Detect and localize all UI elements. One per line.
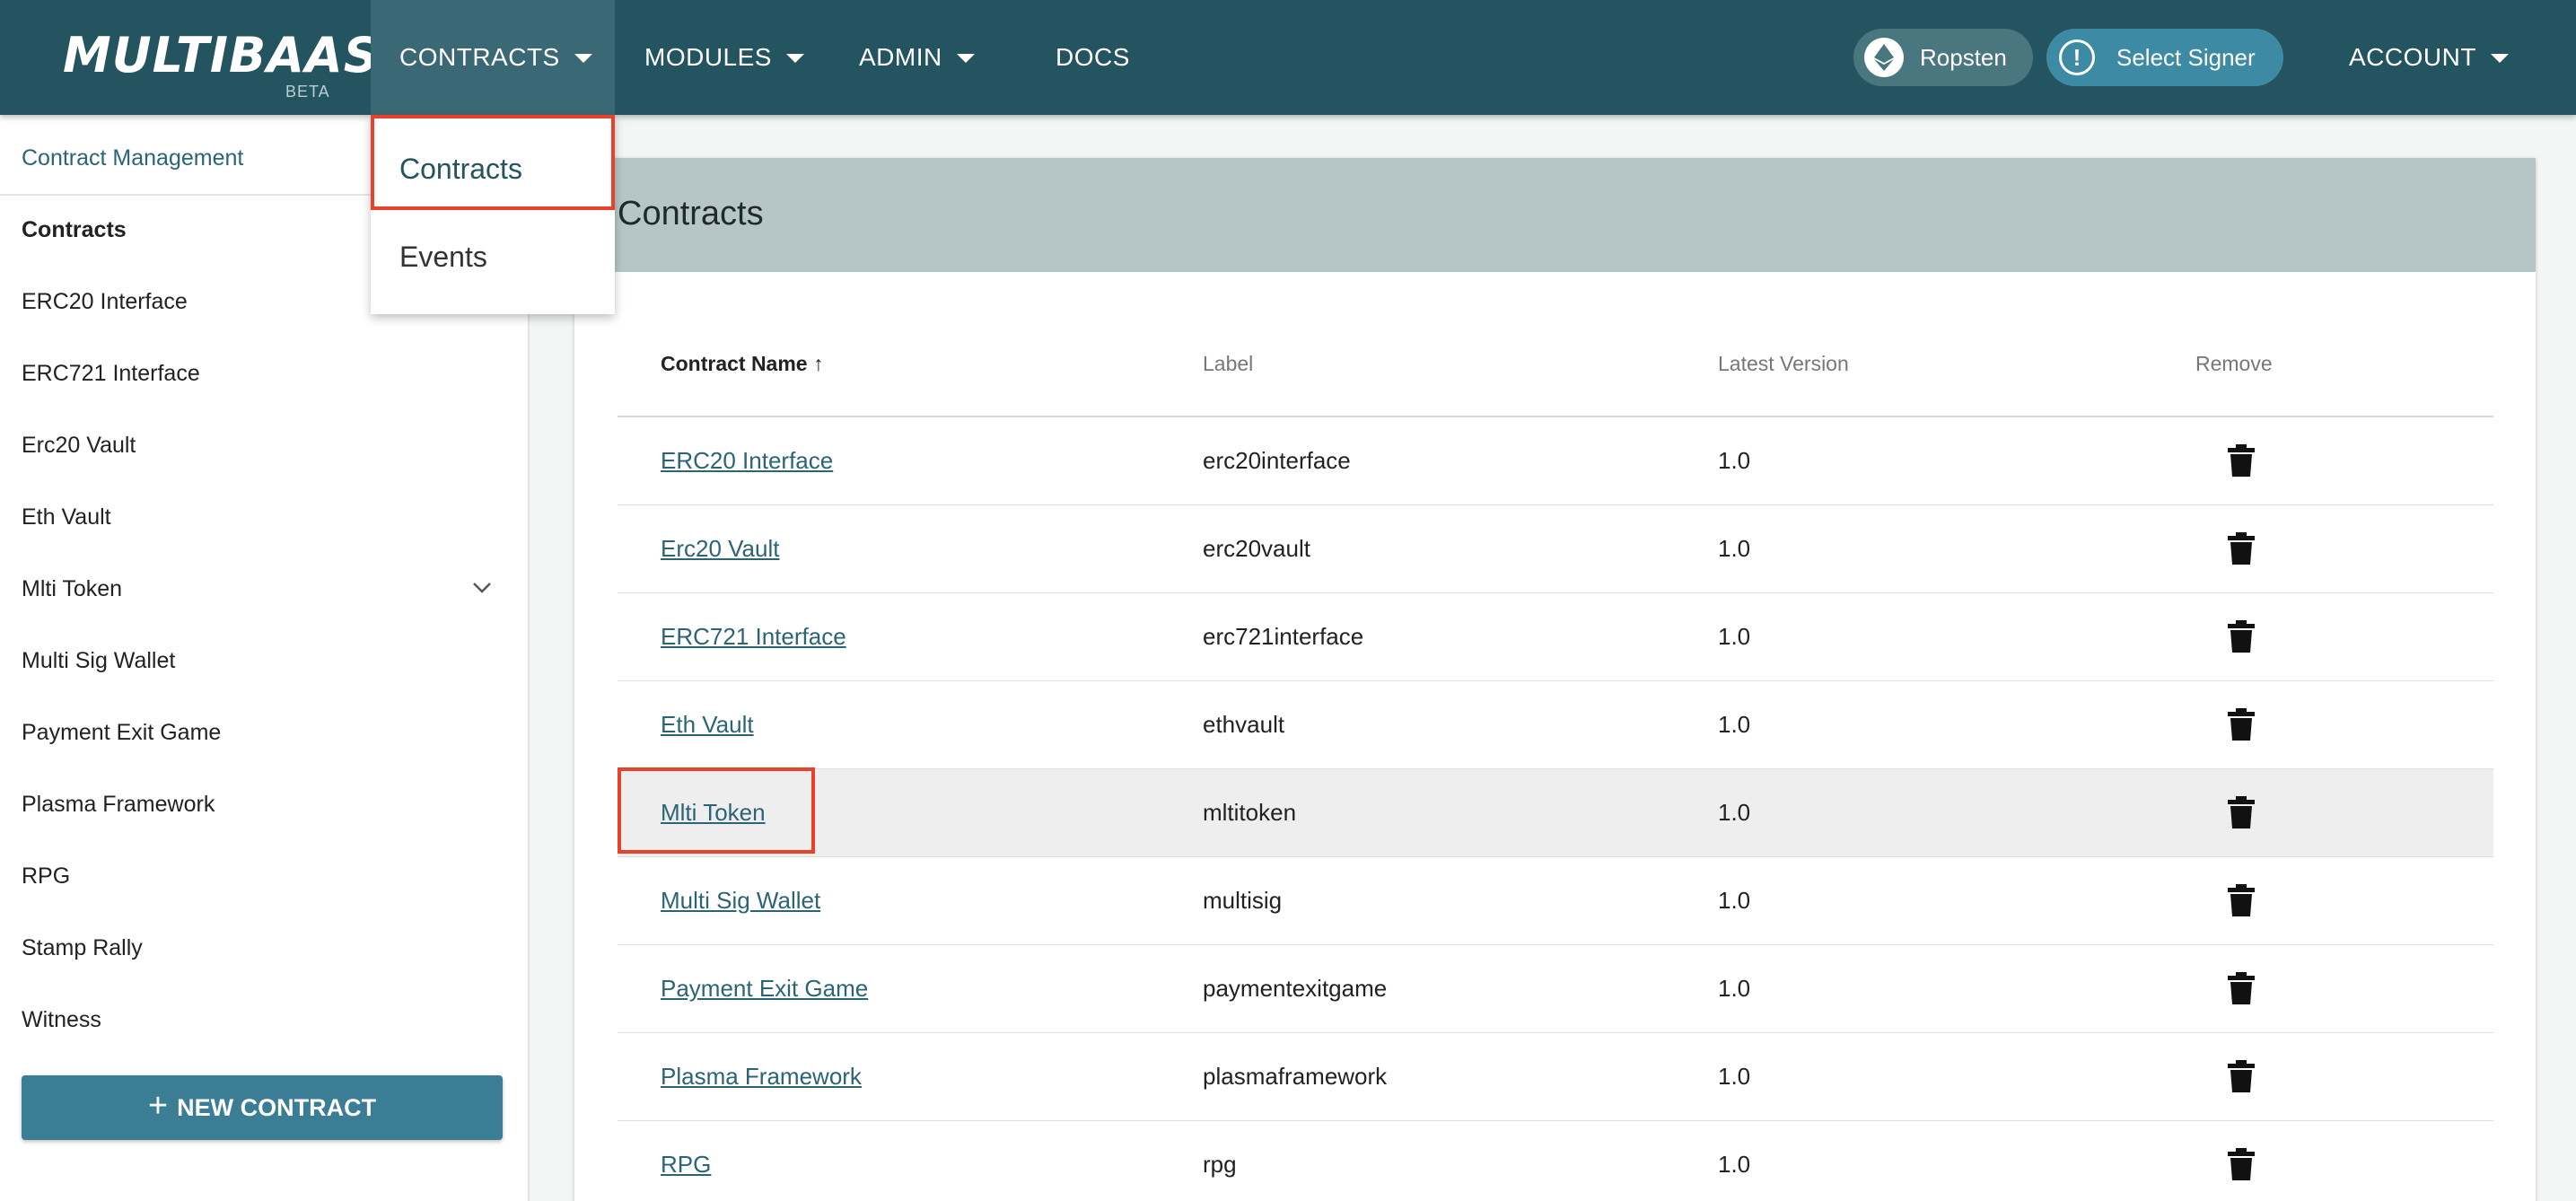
contract-label: plasmaframework bbox=[1203, 1063, 1388, 1090]
contract-version: 1.0 bbox=[1718, 799, 1751, 826]
contract-version: 1.0 bbox=[1718, 447, 1751, 474]
nav-docs[interactable]: DOCS bbox=[1056, 0, 1130, 115]
contract-label: paymentexitgame bbox=[1203, 975, 1388, 1002]
sidebar-item-multi-sig-wallet[interactable]: Multi Sig Wallet bbox=[22, 648, 175, 674]
new-contract-button[interactable]: + NEW CONTRACT bbox=[22, 1075, 503, 1140]
contract-label: erc721interface bbox=[1203, 623, 1364, 650]
contract-label: erc20vault bbox=[1203, 535, 1310, 562]
sidebar-item-plasma-framework[interactable]: Plasma Framework bbox=[22, 792, 215, 818]
network-name: Ropsten bbox=[1920, 43, 2007, 71]
contract-label: rpg bbox=[1203, 1151, 1237, 1178]
trash-icon[interactable] bbox=[2228, 884, 2255, 916]
nav-contracts-label: CONTRACTS bbox=[399, 43, 560, 71]
nav-contracts[interactable]: CONTRACTS bbox=[371, 0, 615, 115]
contract-version: 1.0 bbox=[1718, 887, 1751, 914]
contract-version: 1.0 bbox=[1718, 535, 1751, 562]
contracts-card: Contracts Contract Name ↑ Label Latest V… bbox=[574, 158, 2536, 1201]
contract-version: 1.0 bbox=[1718, 1151, 1751, 1178]
trash-icon[interactable] bbox=[2228, 972, 2255, 1004]
top-nav-bar: MULTIBAAS BETA CONTRACTS MODULES ADMIN D… bbox=[0, 0, 2576, 115]
table-row: Eth Vault ethvault 1.0 bbox=[618, 681, 2493, 769]
signer-label: Select Signer bbox=[2116, 43, 2256, 71]
sidebar-item-eth-vault[interactable]: Eth Vault bbox=[22, 504, 111, 530]
page-title: Contracts bbox=[618, 195, 764, 232]
chevron-down-icon[interactable] bbox=[472, 577, 492, 597]
contract-name-link[interactable]: RPG bbox=[661, 1151, 711, 1179]
contract-label: multisig bbox=[1203, 887, 1283, 914]
nav-account[interactable]: ACCOUNT bbox=[2349, 0, 2509, 115]
dropdown-item-contracts[interactable]: Contracts bbox=[399, 153, 522, 186]
caret-down-icon bbox=[785, 54, 804, 63]
contract-version: 1.0 bbox=[1718, 1063, 1751, 1090]
contract-name-link[interactable]: ERC721 Interface bbox=[661, 623, 846, 651]
sidebar-item-witness[interactable]: Witness bbox=[22, 1007, 101, 1033]
sidebar-heading[interactable]: Contract Management bbox=[22, 145, 243, 171]
trash-icon[interactable] bbox=[2228, 444, 2255, 477]
trash-icon[interactable] bbox=[2228, 1148, 2255, 1180]
caret-down-icon bbox=[956, 54, 975, 63]
contract-label: erc20interface bbox=[1203, 447, 1351, 474]
contract-label: mltitoken bbox=[1203, 799, 1297, 826]
sidebar-item-stamp-rally[interactable]: Stamp Rally bbox=[22, 935, 143, 961]
contract-name-link[interactable]: Payment Exit Game bbox=[661, 975, 868, 1003]
ethereum-icon bbox=[1864, 38, 1904, 77]
trash-icon[interactable] bbox=[2228, 532, 2255, 565]
sidebar-item-payment-exit-game[interactable]: Payment Exit Game bbox=[22, 720, 221, 746]
table-row-highlighted: Mlti Token mltitoken 1.0 bbox=[618, 767, 2493, 857]
sidebar-item-erc20-vault[interactable]: Erc20 Vault bbox=[22, 433, 136, 459]
dropdown-item-events[interactable]: Events bbox=[399, 241, 487, 274]
select-signer-button[interactable]: ! Select Signer bbox=[2046, 29, 2283, 86]
alert-icon: ! bbox=[2059, 39, 2095, 75]
table-row: Payment Exit Game paymentexitgame 1.0 bbox=[618, 945, 2493, 1033]
sort-arrow-up-icon: ↑ bbox=[813, 352, 824, 375]
contract-name-link[interactable]: Eth Vault bbox=[661, 711, 754, 739]
contract-version: 1.0 bbox=[1718, 711, 1751, 738]
table-row: RPG rpg 1.0 bbox=[618, 1121, 2493, 1201]
sidebar-item-erc20-interface[interactable]: ERC20 Interface bbox=[22, 289, 188, 315]
column-header-contract-name[interactable]: Contract Name ↑ bbox=[661, 352, 824, 376]
sidebar-item-rpg[interactable]: RPG bbox=[22, 863, 70, 890]
new-contract-label: NEW CONTRACT bbox=[177, 1093, 377, 1121]
contract-version: 1.0 bbox=[1718, 975, 1751, 1002]
table-row: ERC20 Interface erc20interface 1.0 bbox=[618, 417, 2493, 505]
nav-admin[interactable]: ADMIN bbox=[859, 0, 975, 115]
contracts-dropdown-menu: Contracts Events bbox=[371, 115, 615, 314]
nav-account-label: ACCOUNT bbox=[2349, 43, 2476, 71]
table-row: Multi Sig Wallet multisig 1.0 bbox=[618, 857, 2493, 945]
nav-admin-label: ADMIN bbox=[859, 43, 942, 71]
contract-version: 1.0 bbox=[1718, 623, 1751, 650]
trash-icon[interactable] bbox=[2228, 708, 2255, 741]
nav-modules-label: MODULES bbox=[644, 43, 772, 71]
nav-modules[interactable]: MODULES bbox=[644, 0, 804, 115]
caret-down-icon bbox=[574, 54, 592, 63]
sidebar-item-contracts[interactable]: Contracts bbox=[22, 217, 127, 243]
column-header-latest-version: Latest Version bbox=[1718, 352, 1849, 375]
sidebar-item-erc721-interface[interactable]: ERC721 Interface bbox=[22, 361, 200, 387]
trash-icon[interactable] bbox=[2228, 620, 2255, 653]
column-header-remove: Remove bbox=[2195, 352, 2273, 375]
trash-icon[interactable] bbox=[2228, 796, 2255, 828]
column-header-contract-name-label: Contract Name bbox=[661, 352, 808, 375]
nav-docs-label: DOCS bbox=[1056, 43, 1130, 71]
multibaas-logo[interactable]: MULTIBAAS bbox=[63, 27, 380, 83]
contract-name-link[interactable]: ERC20 Interface bbox=[661, 447, 833, 475]
plus-icon: + bbox=[147, 1086, 169, 1125]
card-header: Contracts bbox=[574, 158, 2536, 272]
contract-name-link[interactable]: Multi Sig Wallet bbox=[661, 887, 820, 915]
contract-name-link[interactable]: Erc20 Vault bbox=[661, 535, 779, 563]
contract-name-link[interactable]: Mlti Token bbox=[661, 799, 766, 827]
table-row: ERC721 Interface erc721interface 1.0 bbox=[618, 593, 2493, 681]
contract-name-link[interactable]: Plasma Framework bbox=[661, 1063, 862, 1091]
table-row: Erc20 Vault erc20vault 1.0 bbox=[618, 505, 2493, 593]
column-header-label: Label bbox=[1203, 352, 1254, 375]
sidebar-item-mlti-token[interactable]: Mlti Token bbox=[22, 576, 122, 602]
beta-label: BETA bbox=[285, 83, 330, 101]
table-row: Plasma Framework plasmaframework 1.0 bbox=[618, 1033, 2493, 1121]
caret-down-icon bbox=[2490, 54, 2509, 63]
contract-label: ethvault bbox=[1203, 711, 1285, 738]
network-selector[interactable]: Ropsten bbox=[1853, 29, 2033, 86]
trash-icon[interactable] bbox=[2228, 1060, 2255, 1092]
